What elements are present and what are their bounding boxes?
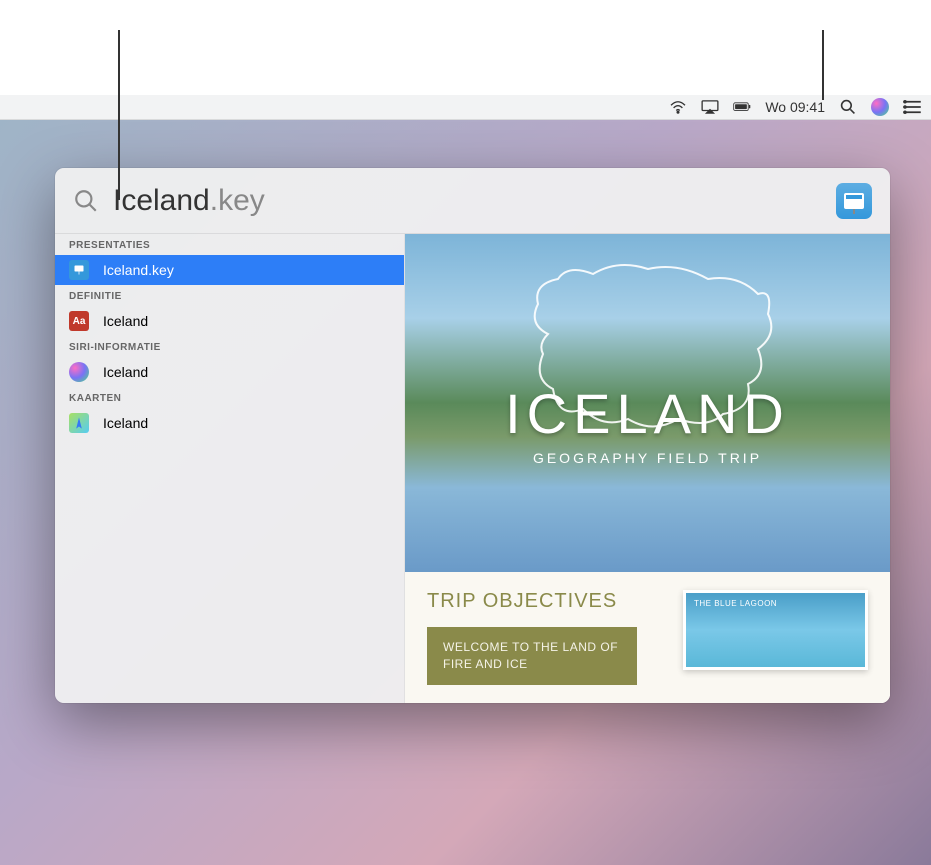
menubar: Wo 09:41	[0, 95, 931, 120]
spotlight-search-input[interactable]: Iceland.key	[113, 184, 836, 218]
slide2-content: TRIP OBJECTIVES WELCOME TO THE LAND OF F…	[427, 590, 667, 685]
result-iceland-maps[interactable]: Iceland	[55, 408, 404, 438]
slide2-image-blue-lagoon: THE BLUE LAGOON	[683, 590, 868, 670]
callout-area	[0, 0, 931, 95]
preview-slide-2: TRIP OBJECTIVES WELCOME TO THE LAND OF F…	[405, 572, 890, 703]
callout-line-search	[118, 30, 120, 200]
search-icon	[73, 188, 99, 214]
airplay-icon[interactable]	[701, 98, 719, 116]
image-caption: THE BLUE LAGOON	[694, 599, 857, 609]
result-label: Iceland	[103, 313, 148, 329]
result-iceland-siri[interactable]: Iceland	[55, 357, 404, 387]
iceland-map-outline	[508, 254, 788, 454]
siri-icon[interactable]	[871, 98, 889, 116]
result-label: Iceland.key	[103, 262, 174, 278]
search-query-text: Iceland	[113, 184, 210, 218]
result-label: Iceland	[103, 415, 148, 431]
spotlight-search-bar[interactable]: Iceland.key	[55, 168, 890, 234]
category-siri: SIRI-INFORMATIE	[55, 336, 404, 357]
callout-line-spotlight-icon	[822, 30, 824, 100]
dictionary-icon: Aa	[69, 311, 89, 331]
result-iceland-definition[interactable]: Aa Iceland	[55, 306, 404, 336]
result-iceland-key[interactable]: Iceland.key	[55, 255, 404, 285]
siri-result-icon	[69, 362, 89, 382]
category-definition: DEFINITIE	[55, 285, 404, 306]
result-label: Iceland	[103, 364, 148, 380]
spotlight-body: PRESENTATIES Iceland.key DEFINITIE Aa Ic…	[55, 234, 890, 703]
slide2-heading: TRIP OBJECTIVES	[427, 590, 667, 613]
menubar-clock[interactable]: Wo 09:41	[765, 99, 825, 115]
category-presentations: PRESENTATIES	[55, 234, 404, 255]
preview-slide-1: ICELAND GEOGRAPHY FIELD TRIP	[405, 234, 890, 572]
notification-center-icon[interactable]	[903, 98, 921, 116]
battery-icon[interactable]	[733, 98, 751, 116]
spotlight-results-sidebar[interactable]: PRESENTATIES Iceland.key DEFINITIE Aa Ic…	[55, 234, 405, 703]
slide2-welcome-box: WELCOME TO THE LAND OF FIRE AND ICE	[427, 627, 637, 685]
spotlight-preview-pane: ICELAND GEOGRAPHY FIELD TRIP TRIP OBJECT…	[405, 234, 890, 703]
search-extension-text: .key	[210, 184, 265, 218]
spotlight-window: Iceland.key PRESENTATIES Iceland.key DEF…	[55, 168, 890, 703]
spotlight-menubar-icon[interactable]	[839, 98, 857, 116]
keynote-app-icon	[836, 183, 872, 219]
keynote-file-icon	[69, 260, 89, 280]
category-maps: KAARTEN	[55, 387, 404, 408]
wifi-icon[interactable]	[669, 98, 687, 116]
maps-icon	[69, 413, 89, 433]
